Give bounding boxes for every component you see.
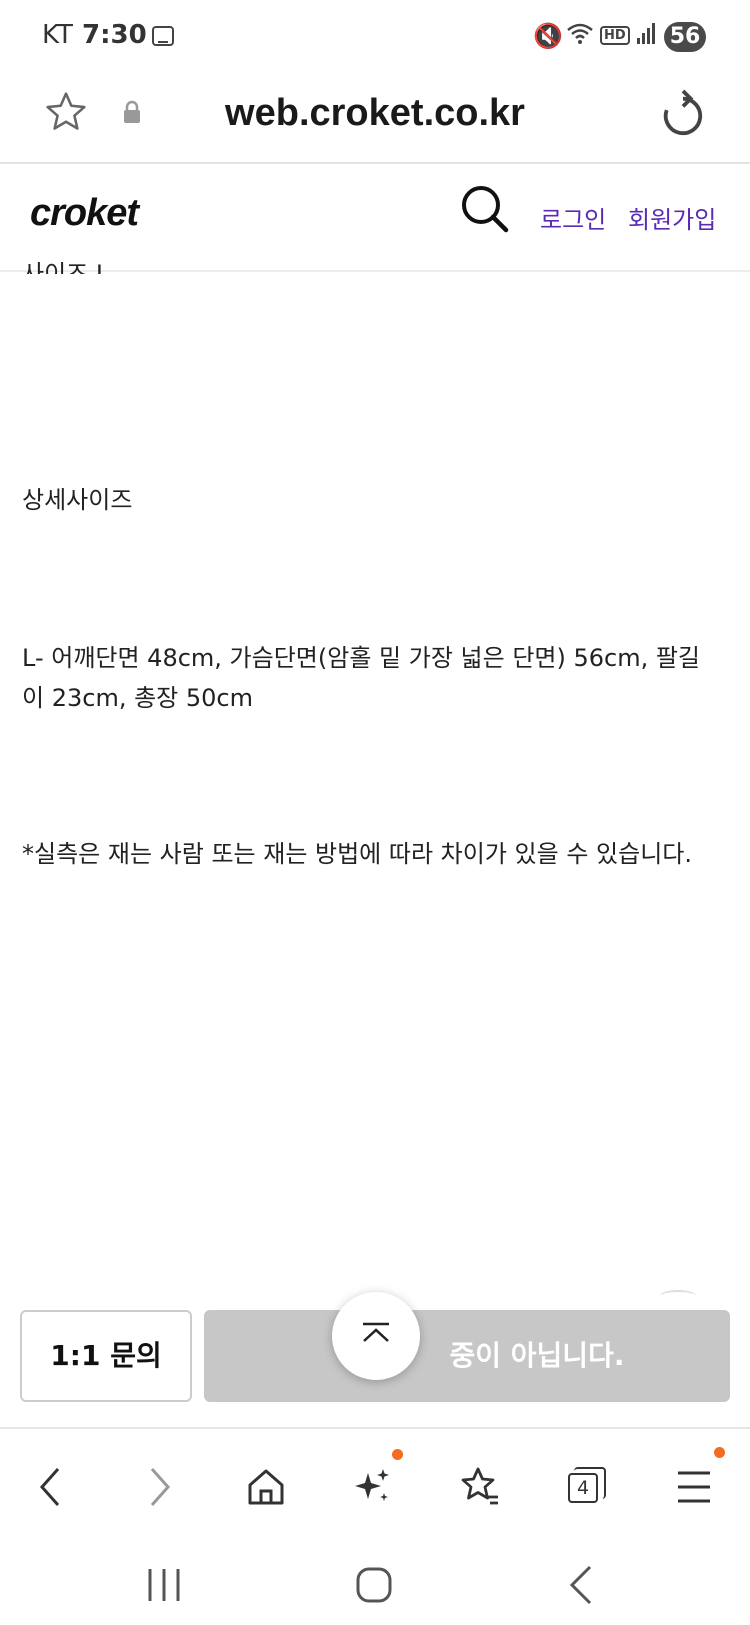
forward-icon[interactable]: [140, 1465, 176, 1509]
size-details-line: L- 어깨단면 48cm, 가슴단면(암홀 밑 가장 넓은 단면) 56cm, …: [22, 644, 700, 672]
recent-apps-icon[interactable]: [146, 1565, 182, 1605]
clock: 7:30: [82, 20, 147, 50]
back-nav-icon[interactable]: [566, 1563, 596, 1607]
carrier-label: KT: [42, 20, 73, 50]
url-text[interactable]: web.croket.co.kr: [0, 92, 750, 135]
browser-address-bar: web.croket.co.kr: [0, 78, 750, 164]
notification-dot: [392, 1449, 403, 1460]
home-icon[interactable]: [244, 1465, 288, 1509]
cut-off-text: 사이즈 L: [22, 260, 110, 274]
home-nav-icon[interactable]: [354, 1565, 394, 1605]
tabs-icon[interactable]: 4: [566, 1465, 610, 1509]
signal-icon: [637, 23, 655, 44]
decorative-arc: [660, 1290, 696, 1302]
site-logo[interactable]: croket: [30, 192, 139, 235]
bookmarks-icon[interactable]: [458, 1465, 502, 1509]
sparkle-icon[interactable]: [350, 1465, 394, 1509]
search-icon[interactable]: [460, 184, 510, 234]
back-icon[interactable]: [34, 1465, 70, 1509]
inquiry-button[interactable]: 1:1 문의: [20, 1310, 192, 1402]
status-bar: KT 7:30 🔇 HD 56: [0, 0, 750, 78]
hd-icon: HD: [600, 26, 630, 45]
purchase-unavailable-button[interactable]: 중이 아닙니다.: [204, 1310, 730, 1402]
signup-link[interactable]: 회원가입: [628, 200, 716, 235]
measurement-note: *실측은 재는 사람 또는 재는 방법에 따라 차이가 있을 수 있습니다.: [22, 840, 692, 868]
gallery-icon: [152, 26, 174, 46]
battery-indicator: 56: [664, 22, 706, 52]
menu-icon[interactable]: [674, 1465, 714, 1509]
size-details-line: 이 23cm, 총장 50cm: [22, 684, 253, 712]
tab-count: 4: [568, 1473, 598, 1503]
wifi-icon: [567, 23, 593, 44]
purchase-button-label: 중이 아닙니다.: [449, 1339, 625, 1372]
detail-size-heading: 상세사이즈: [22, 486, 133, 514]
android-navigation-bar: [0, 1547, 750, 1625]
reload-icon[interactable]: [660, 86, 706, 142]
scroll-to-top-button[interactable]: [332, 1292, 420, 1380]
mute-icon: 🔇: [533, 22, 563, 50]
browser-toolbar: 4: [0, 1427, 750, 1549]
site-header: croket 로그인 회원가입: [0, 162, 750, 272]
login-link[interactable]: 로그인: [540, 200, 606, 235]
notification-dot: [714, 1447, 725, 1458]
scroll-top-icon: [363, 1322, 389, 1342]
